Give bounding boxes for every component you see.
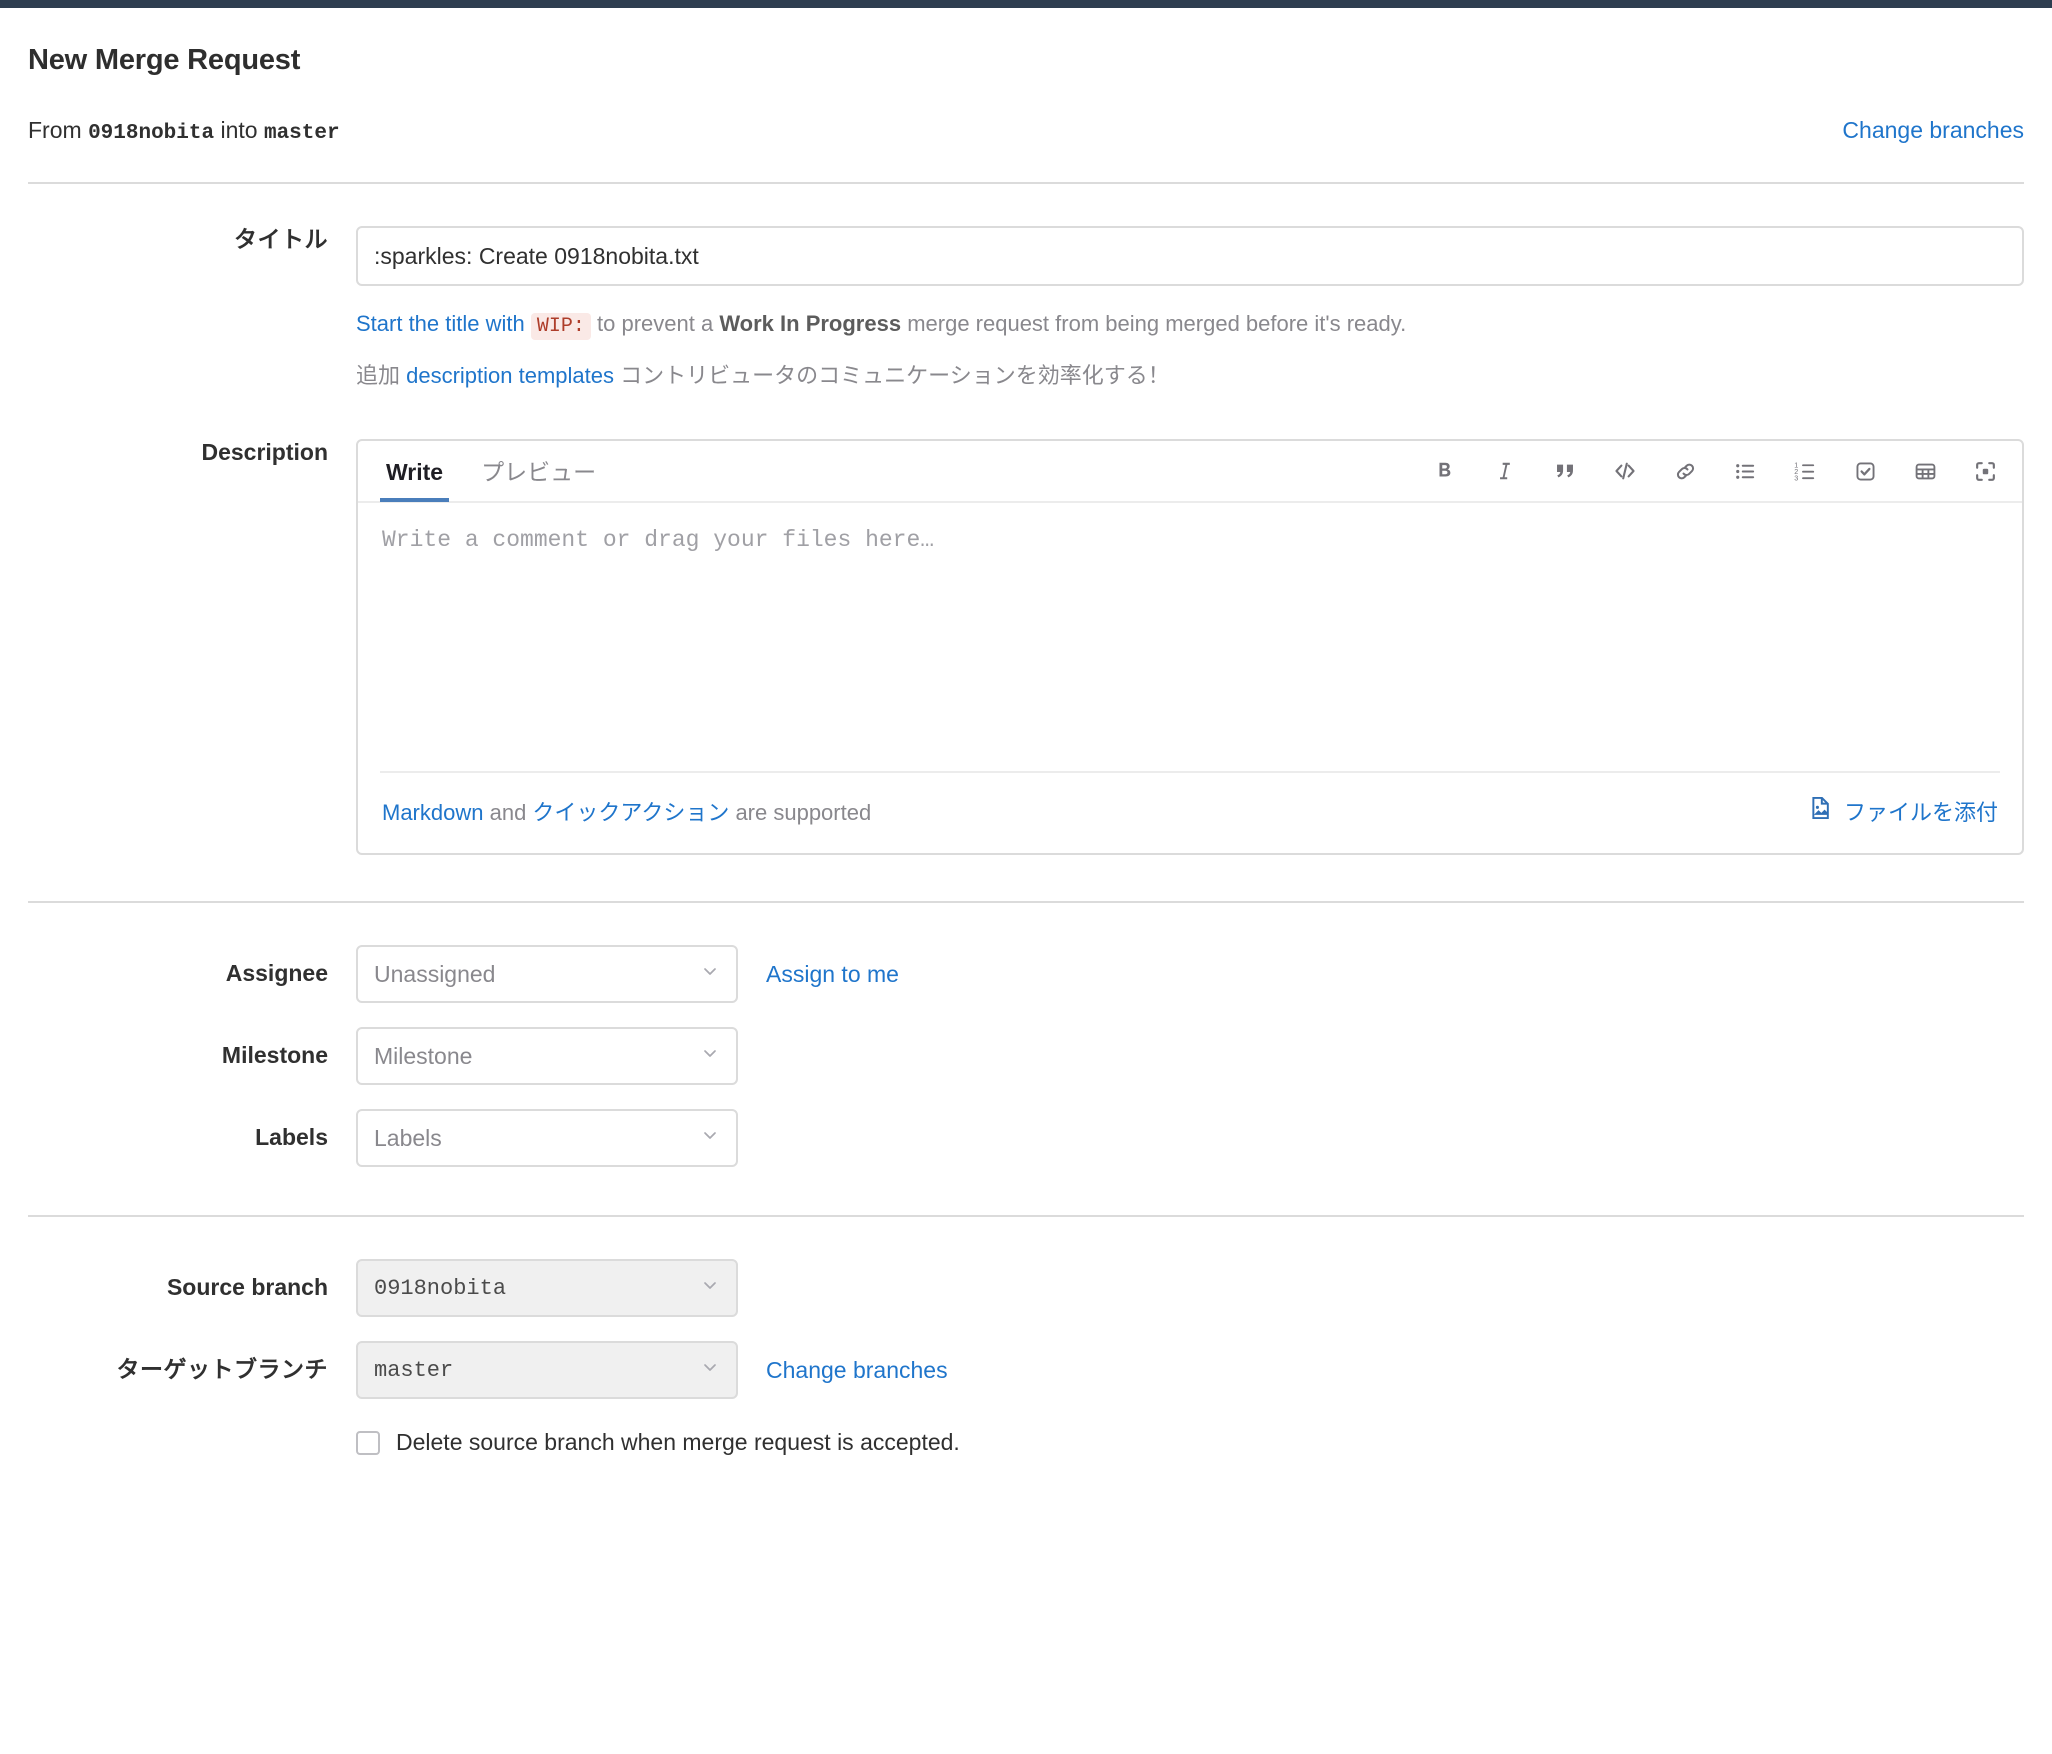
title-help-line-1: Start the title with WIP: to prevent a W… — [356, 305, 2024, 344]
milestone-select-value[interactable]: Milestone — [356, 1027, 738, 1086]
work-in-progress-bold-text: Work In Progress — [719, 311, 902, 336]
bullet-list-icon[interactable] — [1730, 456, 1760, 486]
title-field-label: タイトル — [234, 226, 328, 252]
target-branch-name: master — [263, 122, 340, 145]
delete-source-branch-label: Delete source branch when merge request … — [396, 1429, 960, 1456]
assign-to-me-link[interactable]: Assign to me — [766, 961, 899, 988]
labels-select[interactable]: Labels — [356, 1109, 738, 1168]
into-word-text: into — [214, 117, 264, 143]
assignee-label: Assignee — [225, 960, 328, 987]
markdown-textarea-wrapper: Write a comment or drag your files here… — [358, 503, 2022, 771]
assignee-row: Assignee Unassigned Assign to me — [28, 945, 2024, 1004]
source-branch-select-value[interactable]: 0918nobita — [356, 1259, 738, 1318]
delete-source-branch-row: Delete source branch when merge request … — [28, 1429, 2024, 1456]
labels-label: Labels — [255, 1124, 328, 1151]
from-prefix-text: From — [28, 117, 89, 143]
branch-summary-row: From 0918nobita into master Change branc… — [28, 117, 2024, 145]
title-input[interactable] — [356, 226, 2024, 286]
wip-help-link[interactable]: Start the title with — [356, 311, 525, 336]
markdown-toolbar: 123 — [1430, 456, 2000, 486]
italic-icon[interactable] — [1490, 456, 1520, 486]
templates-help-lead-text: 追加 — [356, 363, 407, 388]
labels-select-value[interactable]: Labels — [356, 1109, 738, 1168]
branch-summary: From 0918nobita into master — [28, 117, 340, 145]
labels-row: Labels Labels — [28, 1109, 2024, 1168]
attach-file-label: ファイルを添付 — [1843, 800, 1998, 826]
milestone-label: Milestone — [221, 1042, 328, 1069]
delete-source-branch-checkbox[interactable] — [356, 1430, 380, 1455]
markdown-editor-tabs: Write プレビュー — [380, 440, 628, 503]
description-field-control: Write プレビュー 1 2 3 Write a comment or dra… — [356, 439, 2024, 856]
markdown-support-text: Markdown and クイックアクション are supported — [382, 795, 871, 827]
link-icon[interactable] — [1670, 456, 1700, 486]
numbered-list-icon[interactable]: 123 — [1790, 456, 1820, 486]
global-navbar-strip — [0, 0, 2052, 8]
svg-text:3: 3 — [1794, 474, 1798, 482]
title-field-control: Start the title with WIP: to prevent a W… — [356, 226, 2024, 393]
assignee-select-value[interactable]: Unassigned — [356, 945, 738, 1004]
target-branch-select[interactable]: master — [356, 1341, 738, 1400]
and-word-text: and — [483, 800, 533, 826]
templates-help-tail-text: コントリビュータのコミュニケーションを効率化する！ — [614, 363, 1170, 388]
assignee-select[interactable]: Unassigned — [356, 945, 738, 1004]
target-branch-select-value[interactable]: master — [356, 1341, 738, 1400]
quick-actions-link[interactable]: クイックアクション — [532, 800, 729, 825]
change-branches-link-top[interactable]: Change branches — [1842, 117, 2024, 144]
milestone-select[interactable]: Milestone — [356, 1027, 738, 1086]
quote-icon[interactable] — [1550, 456, 1580, 486]
wip-help-tail-text: merge request from being merged before i… — [901, 311, 1407, 336]
target-branch-label: ターゲットブランチ — [116, 1356, 328, 1383]
task-list-icon[interactable] — [1850, 456, 1880, 486]
table-icon[interactable] — [1910, 456, 1940, 486]
title-help-line-2: 追加 description templates コントリビュータのコミュニケー… — [356, 358, 2024, 393]
source-branch-row: Source branch 0918nobita — [28, 1259, 2024, 1318]
markdown-editor: Write プレビュー 1 2 3 Write a comment or dra… — [356, 439, 2024, 856]
source-branch-name: 0918nobita — [88, 122, 215, 145]
source-branch-select[interactable]: 0918nobita — [356, 1259, 738, 1318]
description-templates-link[interactable]: description templates — [406, 363, 614, 388]
markdown-editor-header: Write プレビュー 1 2 3 — [358, 440, 2022, 504]
milestone-row: Milestone Milestone — [28, 1027, 2024, 1086]
wip-code-chip: WIP: — [530, 313, 591, 340]
wip-help-mid-text: to prevent a — [590, 311, 720, 336]
target-branch-row: ターゲットブランチ master Change branches — [28, 1341, 2024, 1400]
divider-metadata-branches — [28, 1215, 2024, 1218]
markdown-editor-footer: Markdown and クイックアクション are supported ファイ… — [358, 773, 2022, 853]
attach-file-button[interactable]: ファイルを添付 — [1808, 795, 1998, 827]
divider-description-metadata — [28, 901, 2024, 904]
description-field-row: Description Write プレビュー 1 2 3 Write a co… — [28, 439, 2024, 856]
fullscreen-icon[interactable] — [1970, 456, 2000, 486]
change-branches-link-bottom[interactable]: Change branches — [766, 1357, 948, 1384]
title-field-row: タイトル Start the title with WIP: to preven… — [28, 226, 2024, 393]
bold-icon[interactable] — [1430, 456, 1460, 486]
description-field-label: Description — [201, 439, 328, 466]
new-merge-request-page: New Merge Request From 0918nobita into m… — [0, 44, 2052, 1456]
supported-text: are supported — [729, 800, 872, 826]
markdown-textarea-placeholder: Write a comment or drag your files here… — [382, 527, 935, 554]
tab-preview[interactable]: プレビュー — [475, 461, 602, 502]
delete-source-branch-checkbox-group[interactable]: Delete source branch when merge request … — [356, 1429, 960, 1456]
code-icon[interactable] — [1610, 456, 1640, 486]
tab-write[interactable]: Write — [380, 461, 450, 503]
page-title: New Merge Request — [28, 44, 301, 76]
attach-image-icon — [1808, 795, 1834, 827]
markdown-link[interactable]: Markdown — [382, 800, 483, 825]
source-branch-label: Source branch — [166, 1274, 328, 1301]
divider-header — [28, 182, 2024, 184]
